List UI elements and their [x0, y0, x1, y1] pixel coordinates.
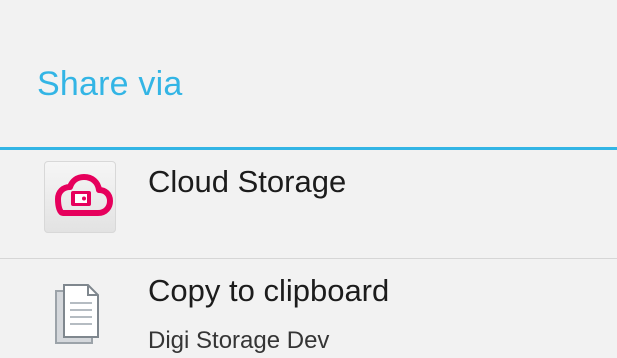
share-dialog: Share via Cloud Storage Copy to clipboar…	[0, 0, 617, 358]
share-option-copy-to-clipboard[interactable]: Copy to clipboard Digi Storage Dev	[0, 259, 617, 358]
cloud-storage-icon	[44, 161, 116, 233]
share-option-cloud-storage[interactable]: Cloud Storage	[0, 150, 617, 258]
cloud-storage-label: Cloud Storage	[148, 164, 347, 199]
copy-to-clipboard-label: Copy to clipboard	[148, 273, 390, 308]
dialog-title: Share via	[37, 65, 183, 103]
copy-to-clipboard-sublabel: Digi Storage Dev	[148, 327, 330, 354]
clipboard-icon	[48, 281, 104, 351]
